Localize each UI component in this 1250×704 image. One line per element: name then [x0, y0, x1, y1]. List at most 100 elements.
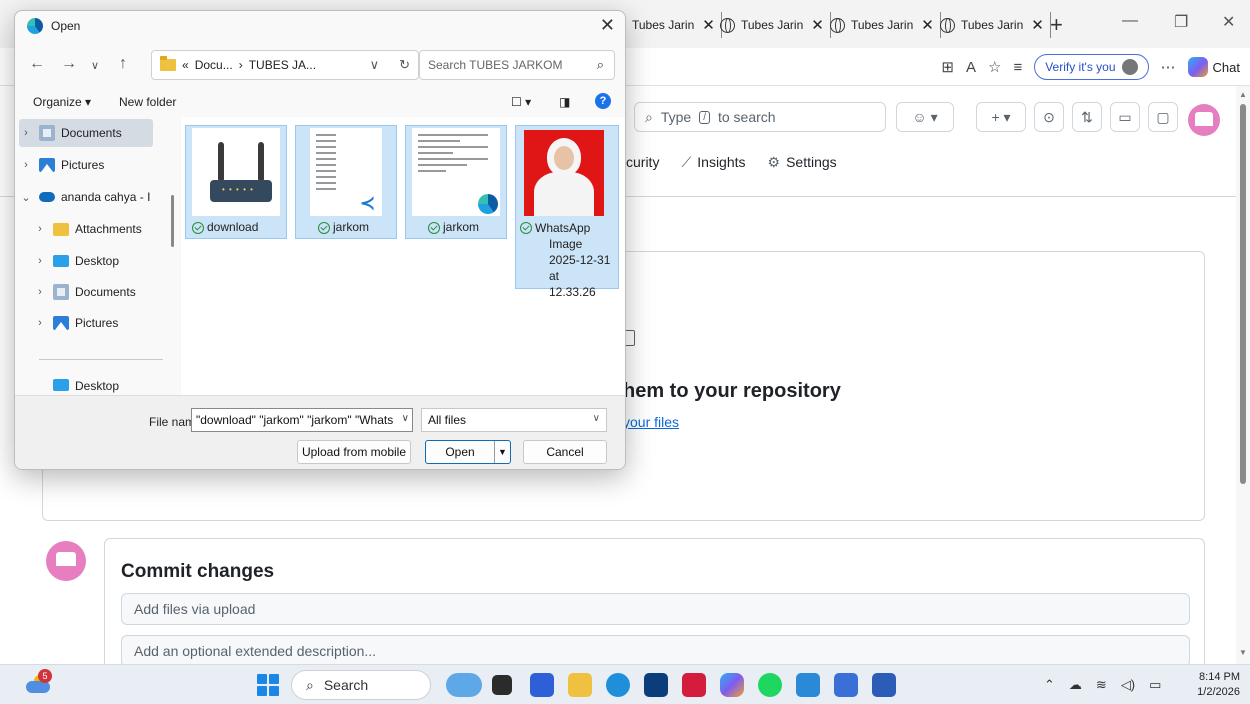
- tree-item-documents[interactable]: › Documents: [19, 119, 153, 147]
- chat-button[interactable]: Chat: [1187, 57, 1240, 77]
- tree-item-desktop[interactable]: › Desktop: [33, 247, 163, 275]
- close-tab-icon[interactable]: ✕: [921, 16, 934, 34]
- choose-files-link[interactable]: your files: [623, 414, 679, 430]
- github-search-input[interactable]: ⌕ Type / to search: [634, 102, 886, 132]
- onedrive-tray-icon[interactable]: ☁: [1069, 677, 1082, 693]
- path-segment-tubes[interactable]: TUBES JA...: [249, 58, 316, 72]
- tree-item-attachments[interactable]: › Attachments: [33, 215, 163, 243]
- spotify-icon[interactable]: [758, 673, 782, 697]
- favorites-list-icon[interactable]: ≡: [1013, 59, 1022, 76]
- tree-item-desktop-quick[interactable]: Desktop: [33, 379, 163, 395]
- repositories-icon[interactable]: ▭: [1110, 102, 1140, 132]
- file-name-input[interactable]: "download" "jarkom" "jarkom" "Whats ∨: [191, 408, 413, 432]
- up-arrow-icon[interactable]: ↑: [119, 55, 127, 73]
- copilot-app-icon[interactable]: [720, 673, 744, 697]
- expand-chevron-icon[interactable]: ›: [33, 255, 47, 267]
- weather-widget[interactable]: 5: [24, 669, 52, 697]
- browser-tab[interactable]: Tubes Jarin ✕: [714, 12, 831, 38]
- path-breadcrumb[interactable]: « Docu... › TUBES JA... ∨ ↻: [151, 50, 419, 80]
- commit-summary-input[interactable]: Add files via upload: [121, 593, 1190, 625]
- tab-security[interactable]: curity: [626, 154, 659, 171]
- edge-browser-icon[interactable]: [606, 673, 630, 697]
- create-new-button[interactable]: + ▾: [976, 102, 1026, 132]
- mcafee-icon[interactable]: [682, 673, 706, 697]
- tree-item-documents-onedrive[interactable]: › Documents: [33, 278, 163, 306]
- recent-locations-icon[interactable]: ∨: [91, 59, 99, 72]
- notepad-icon[interactable]: [834, 673, 858, 697]
- folder-search-input[interactable]: Search TUBES JARKOM ⌕: [419, 50, 615, 80]
- open-button[interactable]: Open ▼: [425, 440, 511, 464]
- task-view-icon[interactable]: [492, 675, 512, 695]
- vscode-icon[interactable]: [796, 673, 820, 697]
- word-icon[interactable]: [872, 673, 896, 697]
- show-hidden-icons-icon[interactable]: ⌃: [1044, 677, 1055, 693]
- forward-arrow-icon[interactable]: →: [61, 55, 77, 73]
- close-window-icon[interactable]: ✕: [1222, 12, 1235, 32]
- pull-requests-icon[interactable]: ⇅: [1072, 102, 1102, 132]
- path-segment-documents[interactable]: Docu...: [195, 58, 233, 72]
- browser-tab[interactable]: Tubes Jarin ✕: [934, 12, 1051, 38]
- scroll-down-icon[interactable]: ▼: [1239, 648, 1247, 657]
- close-tab-icon[interactable]: ✕: [1031, 16, 1044, 34]
- page-scrollbar[interactable]: ▲ ▼: [1236, 86, 1250, 664]
- back-arrow-icon[interactable]: ←: [29, 55, 45, 73]
- refresh-icon[interactable]: ↻: [399, 57, 410, 73]
- widgets-icon[interactable]: [446, 673, 482, 697]
- preview-pane-icon[interactable]: ◨: [559, 95, 570, 109]
- path-dropdown-icon[interactable]: ∨: [370, 57, 380, 73]
- browser-tab[interactable]: Tubes Jarin ✕: [824, 12, 941, 38]
- dialog-close-icon[interactable]: ✕: [600, 15, 615, 36]
- file-tile-jarkom-edge[interactable]: jarkom: [405, 125, 507, 239]
- tree-item-pictures[interactable]: › Pictures: [19, 151, 169, 179]
- browser-tab[interactable]: Tubes Jarin ✕: [626, 12, 722, 38]
- expand-chevron-icon[interactable]: ›: [33, 317, 47, 329]
- more-options-icon[interactable]: ⋯: [1161, 58, 1176, 76]
- file-type-select[interactable]: All files ∨: [421, 408, 607, 432]
- upload-from-mobile-button[interactable]: Upload from mobile: [297, 440, 411, 464]
- new-folder-button[interactable]: New folder: [119, 95, 176, 109]
- close-tab-icon[interactable]: ✕: [702, 16, 715, 34]
- user-avatar[interactable]: [1188, 104, 1220, 136]
- expand-chevron-icon[interactable]: ›: [19, 159, 33, 171]
- help-icon[interactable]: ?: [595, 93, 611, 109]
- taskbar-clock[interactable]: 8:14 PM 1/2/2026: [1184, 670, 1240, 700]
- taskbar-search[interactable]: ⌕ Search: [291, 670, 431, 700]
- favorite-star-icon[interactable]: ☆: [988, 58, 1001, 76]
- tree-item-onedrive[interactable]: ⌄ ananda cahya - I: [19, 183, 169, 211]
- tab-settings[interactable]: ⚙ Settings: [768, 154, 837, 171]
- wifi-icon[interactable]: ≋: [1096, 677, 1107, 693]
- open-dropdown-icon[interactable]: ▼: [494, 441, 510, 463]
- expand-chevron-icon[interactable]: ›: [33, 286, 47, 298]
- tree-scrollbar[interactable]: [171, 195, 174, 247]
- cancel-button[interactable]: Cancel: [523, 440, 607, 464]
- minimize-icon[interactable]: —: [1122, 12, 1138, 30]
- tab-insights[interactable]: ⟋ Insights: [681, 154, 745, 171]
- clipchamp-icon[interactable]: [530, 673, 554, 697]
- file-explorer-icon[interactable]: [568, 673, 592, 697]
- collapse-chevron-icon[interactable]: ⌄: [19, 191, 33, 204]
- volume-icon[interactable]: ◁): [1121, 677, 1135, 693]
- new-tab-button[interactable]: +: [1050, 12, 1063, 38]
- tree-item-pictures-onedrive[interactable]: › Pictures: [33, 309, 163, 337]
- copilot-menu-button[interactable]: ☺ ▾: [896, 102, 954, 132]
- read-aloud-icon[interactable]: A: [966, 59, 976, 76]
- expand-chevron-icon[interactable]: ›: [19, 127, 33, 139]
- scroll-up-icon[interactable]: ▲: [1239, 90, 1247, 99]
- issues-icon[interactable]: ⊙: [1034, 102, 1064, 132]
- close-tab-icon[interactable]: ✕: [811, 16, 824, 34]
- expand-chevron-icon[interactable]: ›: [33, 223, 47, 235]
- file-tile-download[interactable]: download: [185, 125, 287, 239]
- view-options-icon[interactable]: ☐ ▾: [511, 95, 531, 109]
- restore-icon[interactable]: ❐: [1174, 12, 1188, 32]
- scroll-thumb[interactable]: [1240, 104, 1246, 484]
- start-button[interactable]: [257, 674, 279, 696]
- file-tile-jarkom-vscode[interactable]: ≺ jarkom: [295, 125, 397, 239]
- organize-button[interactable]: Organize ▾: [33, 95, 91, 109]
- microsoft-store-icon[interactable]: [644, 673, 668, 697]
- immersive-reader-icon[interactable]: ⊞: [941, 58, 954, 76]
- inbox-icon[interactable]: ▢: [1148, 102, 1178, 132]
- file-tile-whatsapp-image[interactable]: WhatsApp Image 2025-12-31 at 12.33.26: [515, 125, 619, 299]
- verify-button[interactable]: Verify it's you: [1034, 54, 1149, 80]
- commit-description-input[interactable]: Add an optional extended description...: [121, 635, 1190, 667]
- chevron-down-icon[interactable]: ∨: [399, 413, 409, 424]
